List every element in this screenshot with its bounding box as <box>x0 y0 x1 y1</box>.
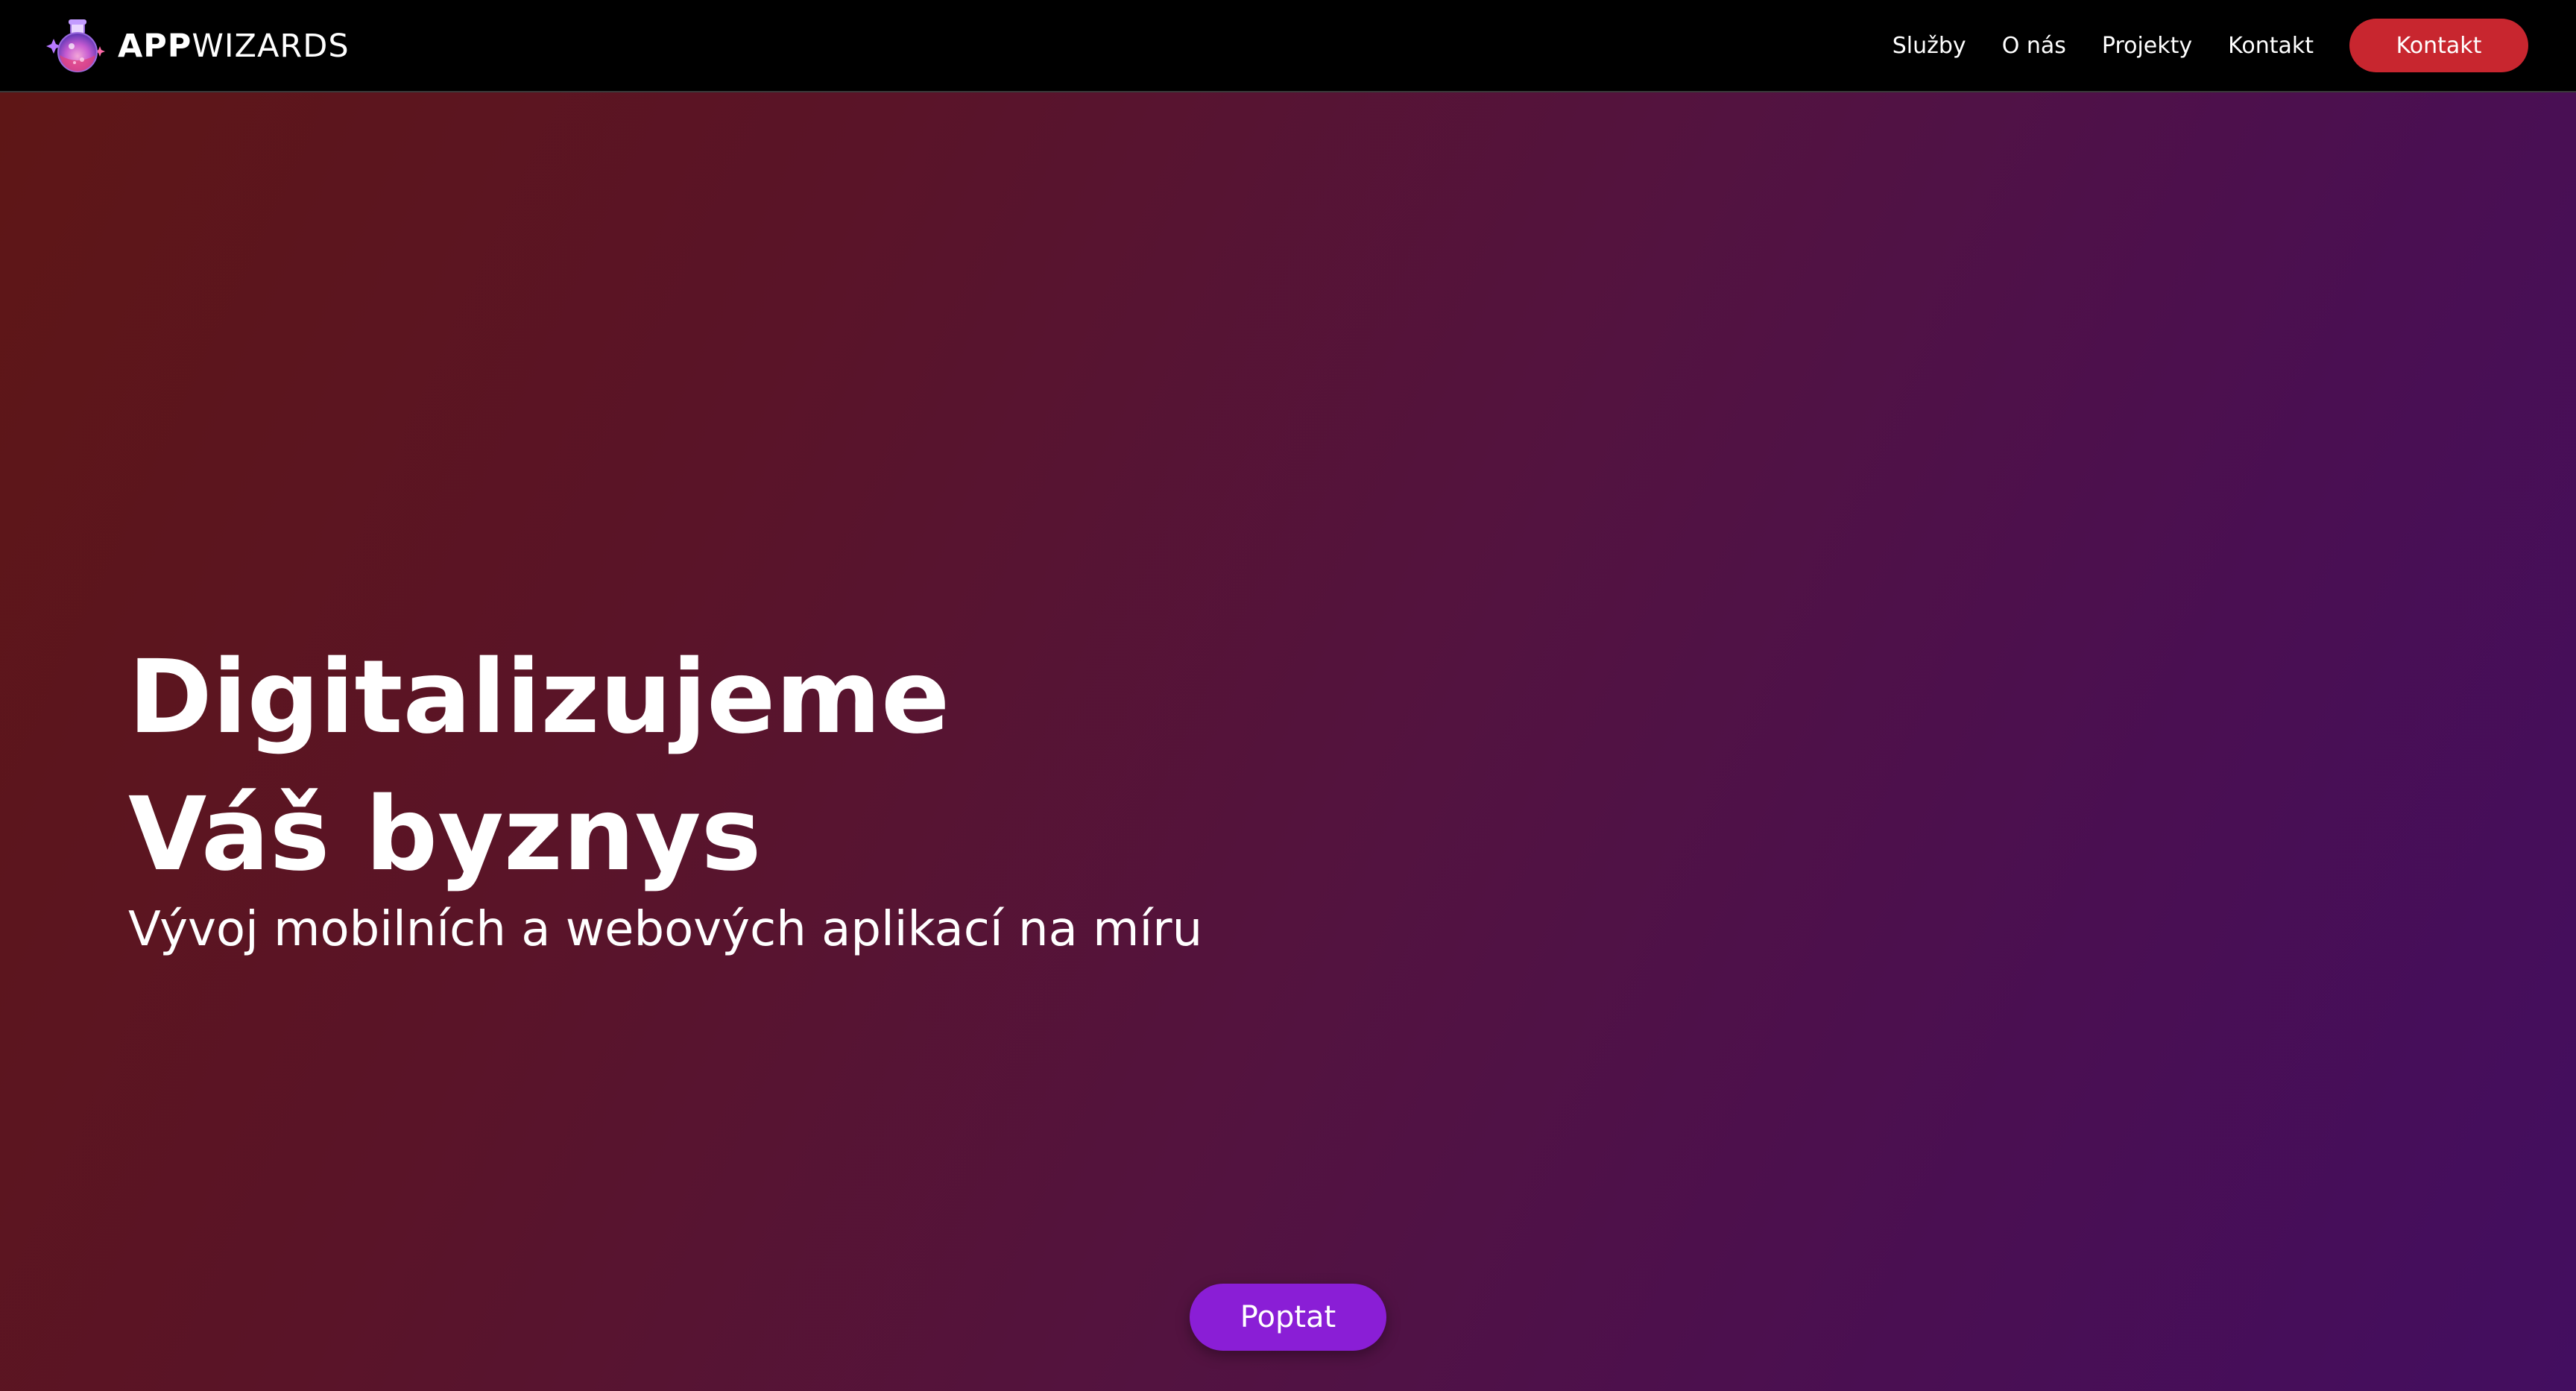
brand-name: APPWIZARDS <box>118 28 350 65</box>
hero-title-line-2: Váš byznys <box>128 776 762 894</box>
main-navigation: Služby O nás Projekty Kontakt Kontakt <box>1892 0 2576 91</box>
hero-subtitle: Vývoj mobilních a webových aplikací na m… <box>128 902 1203 957</box>
brand-name-light: WIZARDS <box>192 28 350 65</box>
nav-link-kontakt[interactable]: Kontakt <box>2228 33 2314 59</box>
inquire-button[interactable]: Poptat <box>1190 1284 1386 1351</box>
page: APPWIZARDS Služby O nás Projekty Kontakt… <box>0 0 2576 1391</box>
hero-title-line-1: Digitalizujeme <box>128 639 950 757</box>
nav-link-sluzby[interactable]: Služby <box>1892 33 1966 59</box>
hero-section: Digitalizujeme Váš byznys Vývoj mobilníc… <box>0 92 2576 1391</box>
logo-link[interactable]: APPWIZARDS <box>46 16 350 76</box>
contact-button[interactable]: Kontakt <box>2349 19 2528 72</box>
brand-name-bold: APP <box>118 28 192 65</box>
potion-flask-logo-icon <box>46 19 105 72</box>
navbar: APPWIZARDS Služby O nás Projekty Kontakt… <box>0 0 2576 92</box>
nav-link-o-nas[interactable]: O nás <box>2002 33 2066 59</box>
hero-title: Digitalizujeme Váš byznys <box>128 629 950 903</box>
nav-link-projekty[interactable]: Projekty <box>2102 33 2192 59</box>
